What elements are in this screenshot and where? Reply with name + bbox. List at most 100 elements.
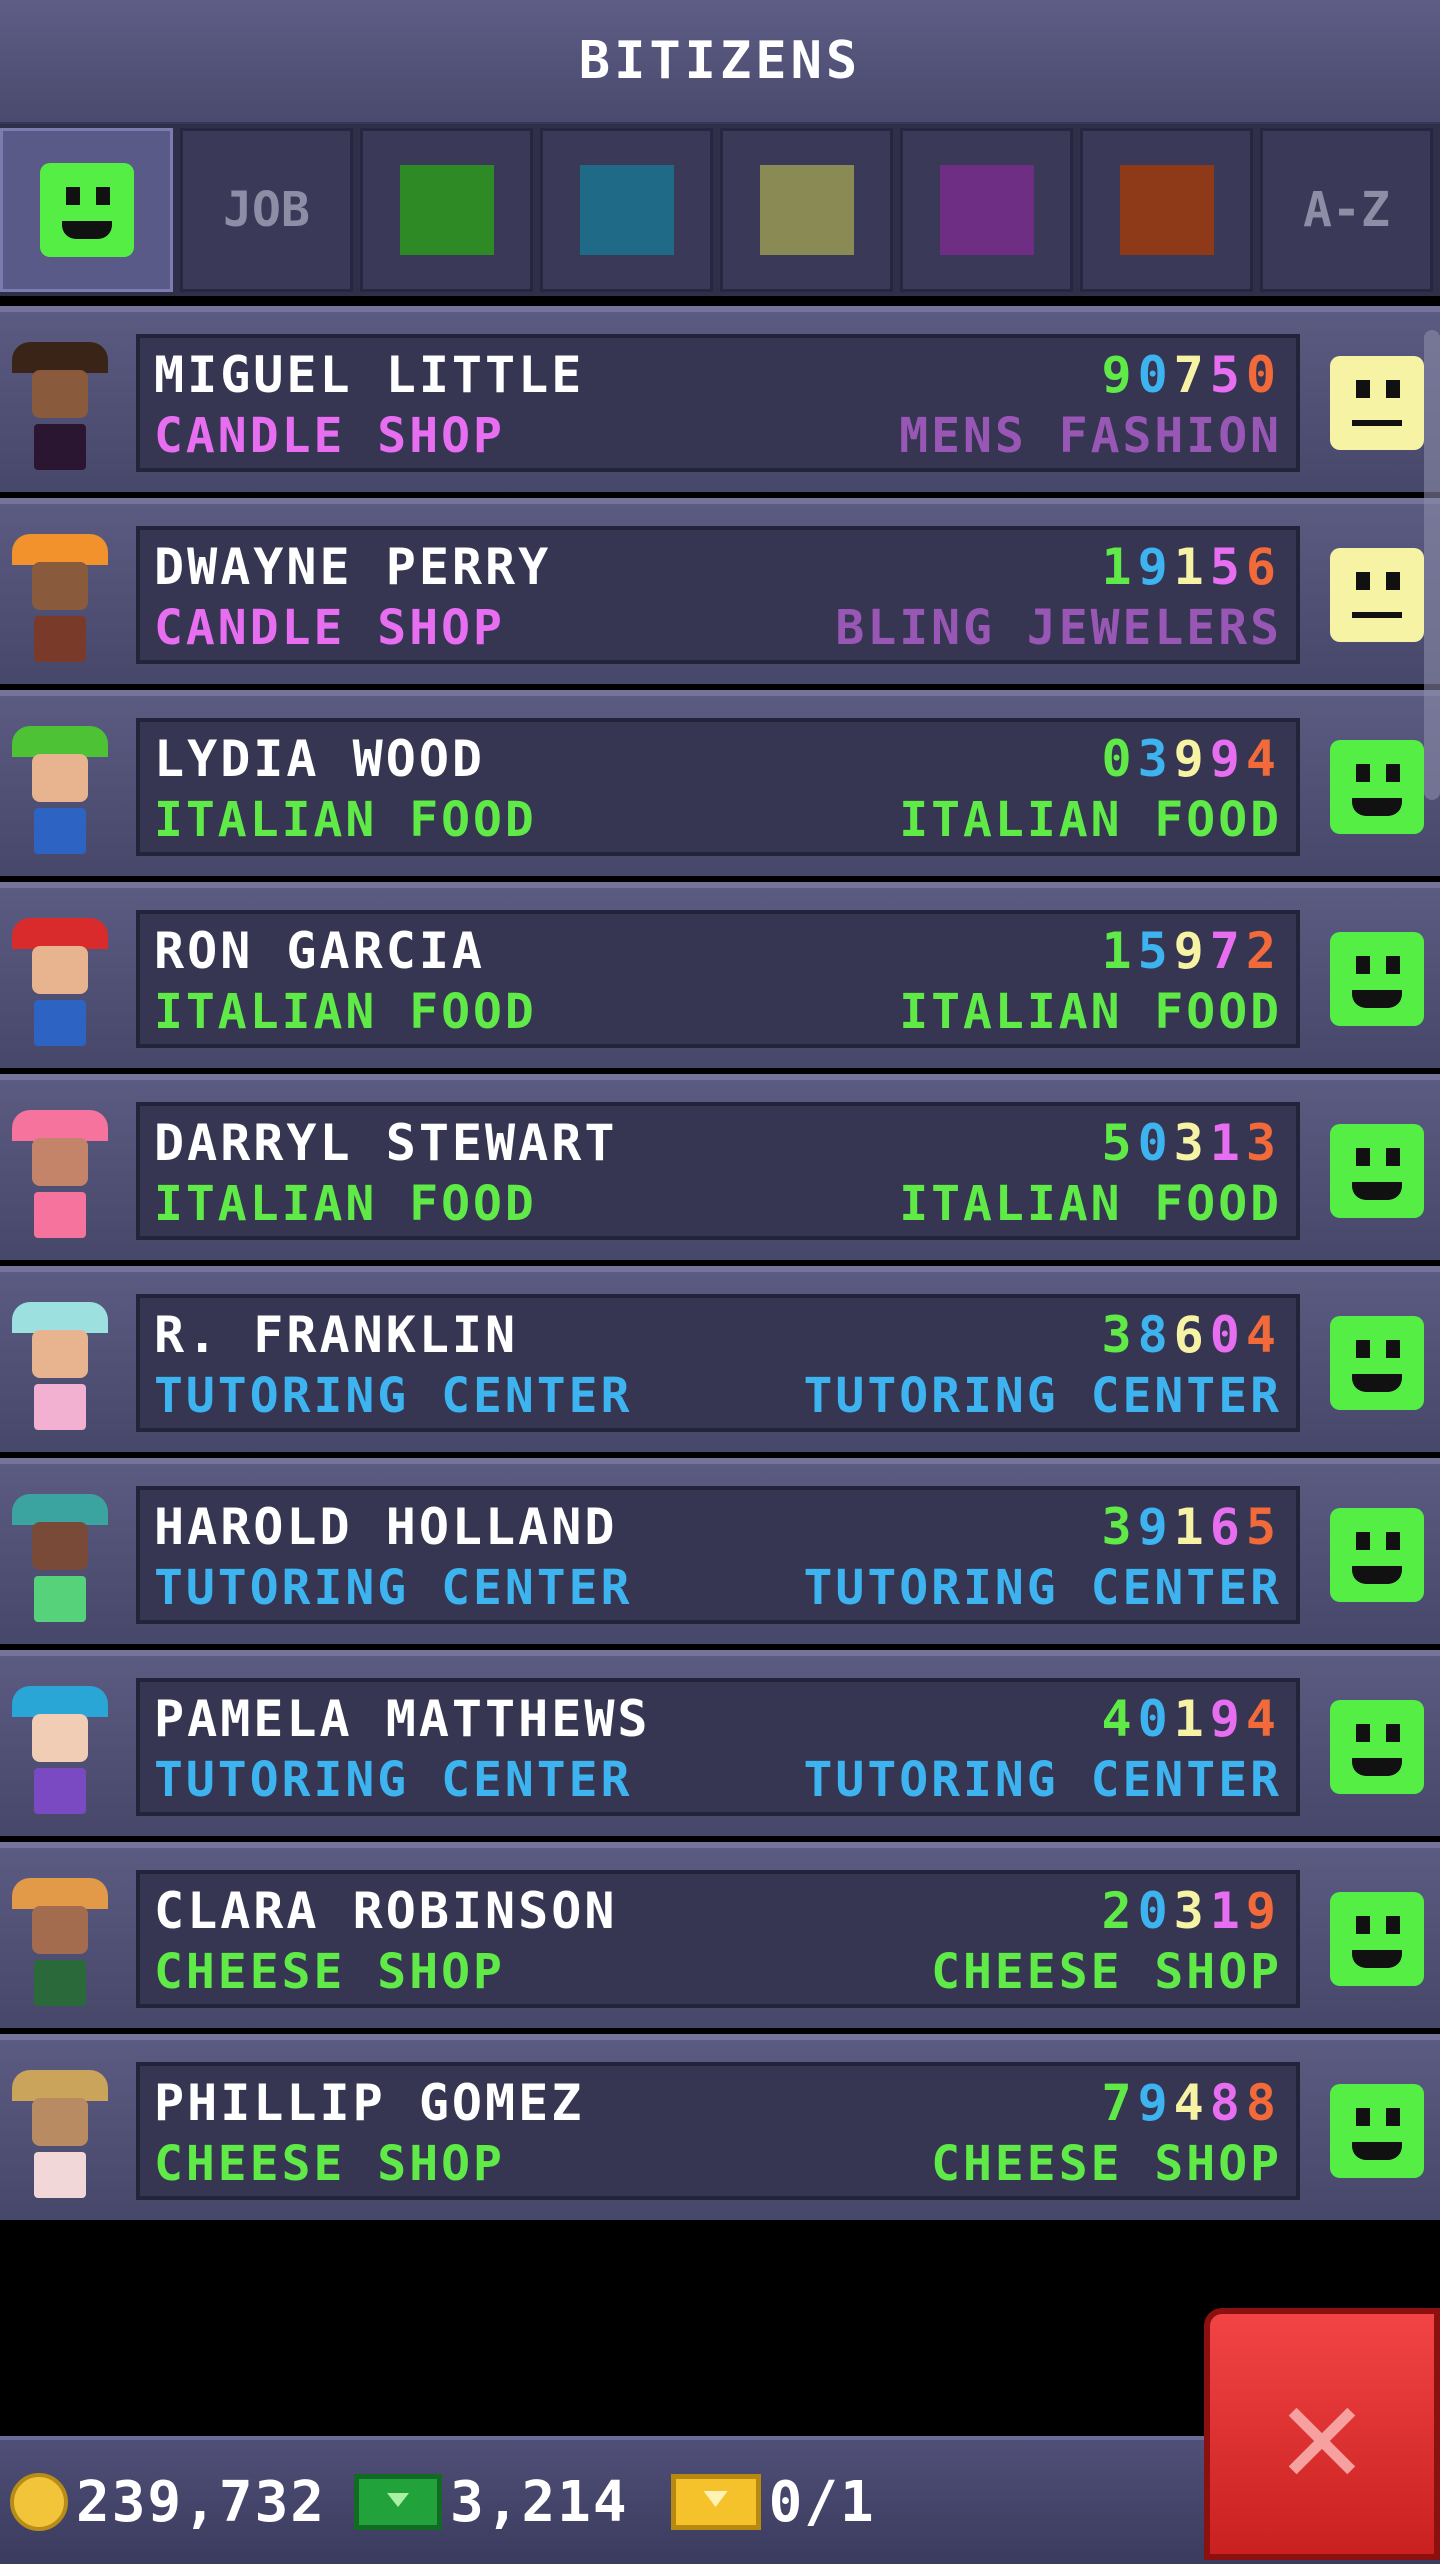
happy-face-icon — [1330, 1892, 1424, 1986]
skill-digit: 6 — [1245, 538, 1282, 596]
bitizen-row[interactable]: PAMELA MATTHEWS 4 0 1 9 4 TUTORING CENTER TUTOR… — [0, 1650, 1440, 1836]
neutral-face-icon — [1330, 548, 1424, 642]
current-job: CHEESE SHOP — [154, 2136, 505, 2192]
skill-digits: 03994 — [1101, 730, 1282, 788]
skill-digit: 5 — [1137, 922, 1174, 980]
skill-digit: 9 — [1137, 538, 1174, 596]
skill-digit: 4 — [1101, 1690, 1138, 1748]
tab-mood[interactable] — [0, 128, 173, 292]
happy-face-icon — [1330, 740, 1424, 834]
bitizen-row[interactable]: DARRYL STEWART 5 0 3 1 3 ITALIAN FOOD ITALIAN F… — [0, 1074, 1440, 1260]
coin-count: 239,732 — [76, 2469, 327, 2535]
skill-digit: 9 — [1101, 346, 1138, 404]
bux-count: 3,214 — [450, 2469, 629, 2535]
current-job: TUTORING CENTER — [154, 1752, 633, 1808]
dream-job: ITALIAN FOOD — [899, 1176, 1282, 1232]
tab-a-z[interactable]: A-Z — [1260, 128, 1433, 292]
bitizen-row[interactable]: MIGUEL LITTLE 9 0 7 5 0 CANDLE SHOP MENS FASHIO… — [0, 306, 1440, 492]
tab-label: A-Z — [1303, 182, 1390, 238]
bitizen-name: PHILLIP GOMEZ — [154, 2074, 585, 2132]
skill-digit: 0 — [1101, 730, 1138, 788]
bitizen-card: LYDIA WOOD 0 3 9 9 4 ITALIAN FOOD ITALIAN FOOD — [136, 718, 1300, 856]
current-job: ITALIAN FOOD — [154, 1176, 537, 1232]
skill-digits: 39165 — [1101, 1498, 1282, 1556]
bitizen-avatar — [12, 1878, 108, 2018]
tab-color-5[interactable] — [900, 128, 1073, 292]
skill-digit: 5 — [1209, 346, 1246, 404]
bitizen-card: R. FRANKLIN 3 8 6 0 4 TUTORING CENTER TUTORING … — [136, 1294, 1300, 1432]
bitizen-name: LYDIA WOOD — [154, 730, 486, 788]
skill-digit: 5 — [1245, 1498, 1282, 1556]
skill-digit: 9 — [1137, 2074, 1174, 2132]
bitizen-row[interactable]: HAROLD HOLLAND 3 9 1 6 5 TUTORING CENTER TUTORI… — [0, 1458, 1440, 1644]
skill-digit: 4 — [1245, 1690, 1282, 1748]
bitizen-name: RON GARCIA — [154, 922, 486, 980]
current-job: ITALIAN FOOD — [154, 792, 537, 848]
tab-color-4[interactable] — [720, 128, 893, 292]
skill-digit: 3 — [1137, 730, 1174, 788]
tab-color-6[interactable] — [1080, 128, 1253, 292]
happy-face-icon — [1330, 1700, 1424, 1794]
color-swatch — [399, 165, 494, 255]
tab-color-2[interactable] — [360, 128, 533, 292]
skill-digits: 40194 — [1101, 1690, 1282, 1748]
happy-face-icon — [39, 163, 134, 257]
skill-digits: 79488 — [1101, 2074, 1282, 2132]
bitizen-card: RON GARCIA 1 5 9 7 2 ITALIAN FOOD ITALIAN FOOD — [136, 910, 1300, 1048]
bitizen-card: CLARA ROBINSON 2 0 3 1 9 CHEESE SHOP CHEESE SHO… — [136, 1870, 1300, 2008]
skill-digit: 7 — [1209, 922, 1246, 980]
color-swatch — [759, 165, 854, 255]
tab-color-3[interactable] — [540, 128, 713, 292]
bitizen-card: PAMELA MATTHEWS 4 0 1 9 4 TUTORING CENTER TUTOR… — [136, 1678, 1300, 1816]
skill-digits: 19156 — [1101, 538, 1282, 596]
bitizen-card: DWAYNE PERRY 1 9 1 5 6 CANDLE SHOP BLING JEWELE… — [136, 526, 1300, 664]
scrollbar[interactable] — [1424, 330, 1440, 800]
skill-digit: 3 — [1245, 1114, 1282, 1172]
skill-digit: 9 — [1209, 730, 1246, 788]
bitizen-card: DARRYL STEWART 5 0 3 1 3 ITALIAN FOOD ITALIAN F… — [136, 1102, 1300, 1240]
dream-job: CHEESE SHOP — [931, 2136, 1282, 2192]
skill-digit: 6 — [1209, 1498, 1246, 1556]
skill-digits: 50313 — [1101, 1114, 1282, 1172]
dream-job: CHEESE SHOP — [931, 1944, 1282, 2000]
bitizen-row[interactable]: PHILLIP GOMEZ 7 9 4 8 8 CHEESE SHOP CHEESE SHOP — [0, 2034, 1440, 2220]
happy-face-icon — [1330, 2084, 1424, 2178]
bitizen-card: PHILLIP GOMEZ 7 9 4 8 8 CHEESE SHOP CHEESE SHOP — [136, 2062, 1300, 2200]
color-swatch — [939, 165, 1034, 255]
bitizen-card: HAROLD HOLLAND 3 9 1 6 5 TUTORING CENTER TUTORI… — [136, 1486, 1300, 1624]
happy-face-icon — [1330, 1124, 1424, 1218]
skill-digit: 9 — [1173, 730, 1210, 788]
bitizen-row[interactable]: R. FRANKLIN 3 8 6 0 4 TUTORING CENTER TUTORING … — [0, 1266, 1440, 1452]
skill-digit: 9 — [1173, 922, 1210, 980]
current-job: CANDLE SHOP — [154, 600, 505, 656]
bitizen-row[interactable]: LYDIA WOOD 0 3 9 9 4 ITALIAN FOOD ITALIAN FOOD — [0, 690, 1440, 876]
skill-digits: 20319 — [1101, 1882, 1282, 1940]
dream-job: MENS FASHION — [899, 408, 1282, 464]
dream-job: TUTORING CENTER — [803, 1560, 1282, 1616]
skill-digit: 7 — [1101, 2074, 1138, 2132]
skill-digit: 1 — [1173, 1690, 1210, 1748]
dream-job: BLING JEWELERS — [835, 600, 1282, 656]
skill-digit: 1 — [1209, 1882, 1246, 1940]
bitizen-avatar — [12, 918, 108, 1058]
bitizen-avatar — [12, 726, 108, 866]
bitizen-name: MIGUEL LITTLE — [154, 346, 585, 404]
current-job: ITALIAN FOOD — [154, 984, 537, 1040]
skill-digit: 1 — [1101, 538, 1138, 596]
bitizen-row[interactable]: DWAYNE PERRY 1 9 1 5 6 CANDLE SHOP BLING JEWELE… — [0, 498, 1440, 684]
dream-job: TUTORING CENTER — [803, 1368, 1282, 1424]
skill-digit: 4 — [1245, 730, 1282, 788]
bitizen-card: MIGUEL LITTLE 9 0 7 5 0 CANDLE SHOP MENS FASHIO… — [136, 334, 1300, 472]
tab-job[interactable]: JOB — [180, 128, 353, 292]
skill-digit: 1 — [1209, 1114, 1246, 1172]
skill-digit: 2 — [1101, 1882, 1138, 1940]
close-button[interactable]: ✕ — [1204, 2308, 1440, 2560]
bitizen-avatar — [12, 1494, 108, 1634]
neutral-face-icon — [1330, 356, 1424, 450]
bitizen-name: PAMELA MATTHEWS — [154, 1690, 651, 1748]
bitizen-row[interactable]: RON GARCIA 1 5 9 7 2 ITALIAN FOOD ITALIAN FOOD — [0, 882, 1440, 1068]
bitizen-name: DWAYNE PERRY — [154, 538, 552, 596]
skill-digit: 0 — [1137, 346, 1174, 404]
bitizen-row[interactable]: CLARA ROBINSON 2 0 3 1 9 CHEESE SHOP CHEESE SHO… — [0, 1842, 1440, 2028]
sort-tabs: JOB A-Z — [0, 124, 1440, 296]
